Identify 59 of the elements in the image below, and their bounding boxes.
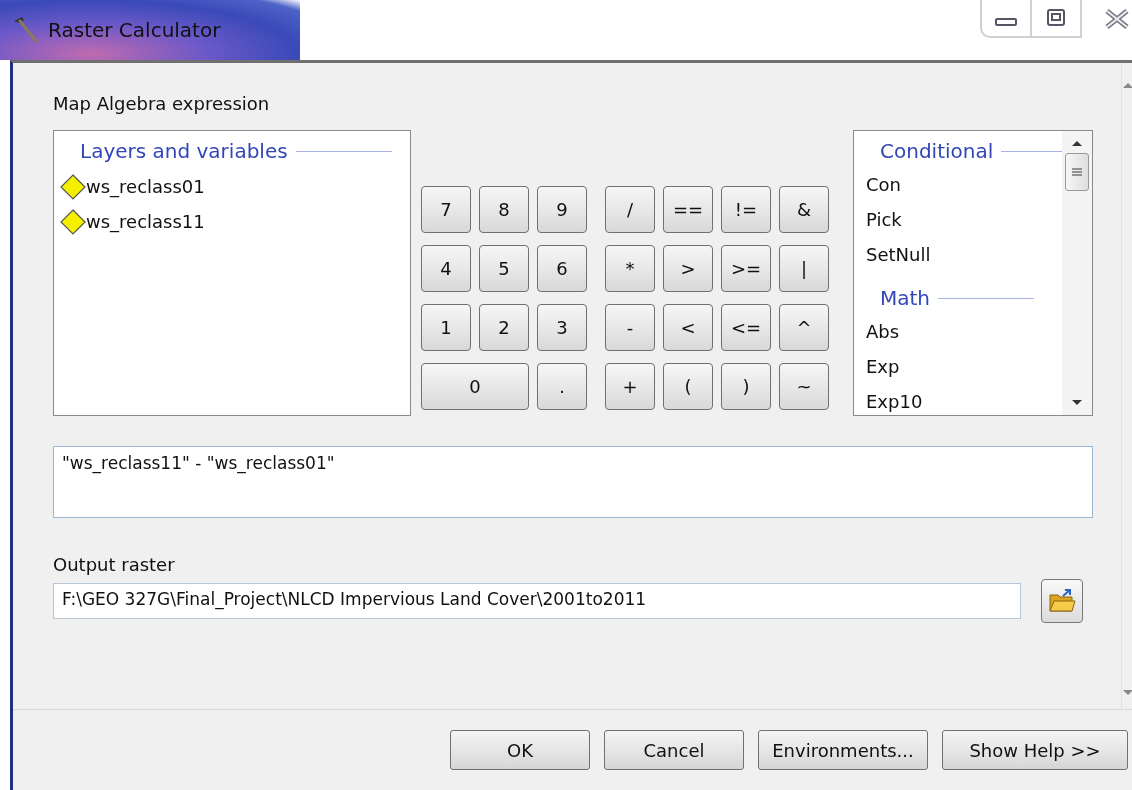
key-button[interactable]: 2 xyxy=(479,304,529,351)
diamond-icon xyxy=(60,173,86,200)
operator-button[interactable]: - xyxy=(605,304,655,351)
operator-button[interactable]: & xyxy=(779,186,829,233)
key-button[interactable]: 0 xyxy=(421,363,529,410)
operator-button[interactable]: < xyxy=(663,304,713,351)
output-raster-field[interactable]: F:\GEO 327G\Final_Project\NLCD Impervious Land Cover\2001to2011 xyxy=(53,583,1021,619)
window-title: Raster Calculator xyxy=(48,18,221,42)
operator-button[interactable]: ) xyxy=(721,363,771,410)
operator-button[interactable]: ( xyxy=(663,363,713,410)
scroll-up-icon[interactable] xyxy=(1071,139,1083,147)
output-raster-label: Output raster xyxy=(53,554,176,575)
group-header: Conditional xyxy=(880,139,994,163)
layer-item[interactable]: ws_reclass11 xyxy=(86,211,205,232)
operator-button[interactable]: / xyxy=(605,186,655,233)
operator-button[interactable]: ~ xyxy=(779,363,829,410)
dialog-button[interactable]: Show Help >> xyxy=(942,730,1128,770)
function-item[interactable]: Pick xyxy=(860,202,1062,237)
scroll-down-icon[interactable] xyxy=(1071,399,1083,407)
group-header: Layers and variables xyxy=(80,139,288,163)
close-button[interactable] xyxy=(1080,0,1132,38)
function-item[interactable]: SetNull xyxy=(860,237,1062,272)
function-item[interactable]: Con xyxy=(860,167,1062,202)
expression-label: Map Algebra expression xyxy=(53,93,271,114)
dialog-button[interactable]: Environments... xyxy=(758,730,928,770)
key-button[interactable]: 4 xyxy=(421,245,471,292)
operator-button[interactable]: <= xyxy=(721,304,771,351)
key-button[interactable]: 6 xyxy=(537,245,587,292)
folder-icon xyxy=(1048,588,1076,614)
key-button[interactable]: 8 xyxy=(479,186,529,233)
grip-icon xyxy=(1071,166,1083,178)
function-item[interactable]: Exp xyxy=(860,349,1062,384)
layer-item[interactable]: ws_reclass01 xyxy=(86,176,205,197)
operator-button[interactable]: >= xyxy=(721,245,771,292)
dialog-button[interactable]: OK xyxy=(450,730,590,770)
dialog-button[interactable]: Cancel xyxy=(604,730,744,770)
key-button[interactable]: 3 xyxy=(537,304,587,351)
key-button[interactable]: 1 xyxy=(421,304,471,351)
scrollbar[interactable] xyxy=(1062,131,1092,415)
operator-button[interactable]: > xyxy=(663,245,713,292)
key-button[interactable]: 9 xyxy=(537,186,587,233)
expression-field[interactable]: "ws_reclass11" - "ws_reclass01" xyxy=(53,446,1093,518)
operator-button[interactable]: == xyxy=(663,186,713,233)
minimize-icon xyxy=(995,18,1017,26)
group-header: Math xyxy=(880,286,931,310)
operator-button[interactable]: + xyxy=(605,363,655,410)
function-item[interactable]: Exp10 xyxy=(860,384,1062,415)
operator-button[interactable]: | xyxy=(779,245,829,292)
open-folder-button[interactable] xyxy=(1041,579,1083,623)
function-item[interactable]: Abs xyxy=(860,314,1062,349)
key-button[interactable]: . xyxy=(537,363,587,410)
minimize-button[interactable] xyxy=(980,0,1030,38)
key-button[interactable]: 5 xyxy=(479,245,529,292)
key-button[interactable]: 7 xyxy=(421,186,471,233)
operator-button[interactable]: != xyxy=(721,186,771,233)
operator-button[interactable]: * xyxy=(605,245,655,292)
diamond-icon xyxy=(60,208,86,235)
operator-button[interactable]: ^ xyxy=(779,304,829,351)
maximize-button[interactable] xyxy=(1030,0,1080,38)
